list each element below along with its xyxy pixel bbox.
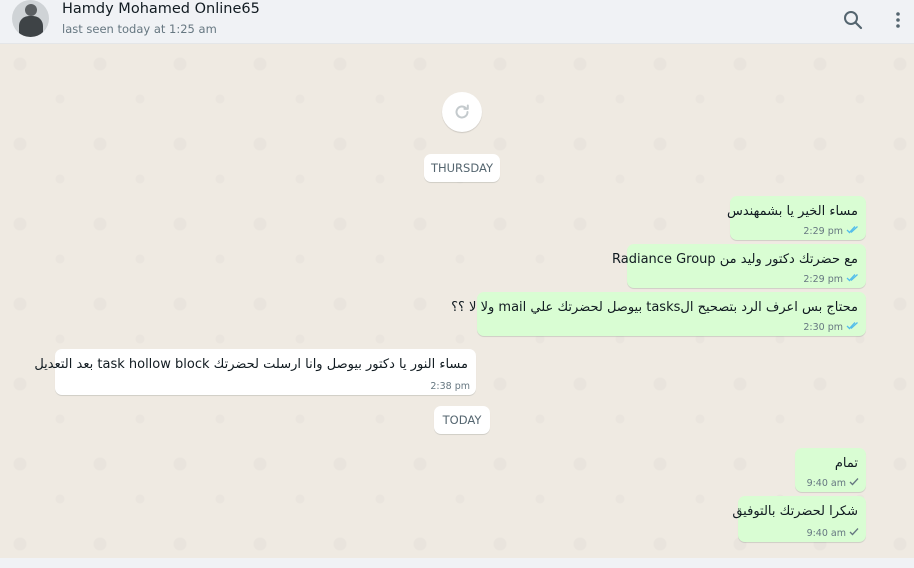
footer-bar <box>0 558 914 568</box>
message-text: مساء النور يا دكتور بيوصل وانا ارسلت لحض… <box>34 357 468 372</box>
message-time: 2:29 pm <box>803 225 843 237</box>
message-meta: 2:29 pm <box>803 225 860 237</box>
contact-avatar[interactable] <box>12 0 49 37</box>
message-text: مساء الخير يا بشمهندس <box>726 204 858 219</box>
double-check-icon <box>846 321 860 333</box>
avatar-body-shape <box>19 16 43 37</box>
message-outgoing[interactable]: مساء الخير يا بشمهندس 2:29 pm <box>726 196 866 240</box>
contact-name[interactable]: Hamdy Mohamed Online65 <box>62 1 260 17</box>
single-check-icon <box>849 527 860 539</box>
message-meta: 9:40 am <box>807 477 860 489</box>
avatar-head-shape <box>25 4 37 16</box>
message-outgoing[interactable]: مع حضرتك دكتور وليد من Radiance Group 2:… <box>612 244 866 288</box>
message-meta: 2:30 pm <box>803 321 860 333</box>
message-meta: 9:40 am <box>807 527 860 539</box>
message-outgoing[interactable]: تمام 9:40 am <box>795 448 866 492</box>
chat-area[interactable]: THURSDAY مساء الخير يا بشمهندس 2:29 pm م… <box>0 44 914 558</box>
refresh-icon[interactable] <box>442 92 482 132</box>
chat-header: Hamdy Mohamed Online65 last seen today a… <box>0 0 914 44</box>
message-time: 2:29 pm <box>803 273 843 285</box>
message-time: 9:40 am <box>806 477 846 489</box>
message-outgoing[interactable]: محتاج بس اعرف الرد بتصحيح الtasks بيوصل … <box>451 292 866 336</box>
message-time: 2:30 pm <box>803 321 843 333</box>
more-vertical-icon[interactable] <box>887 9 909 31</box>
last-seen-status: last seen today at 1:25 am <box>62 22 217 36</box>
single-check-icon <box>849 477 860 489</box>
date-divider-thursday: THURSDAY <box>424 154 500 182</box>
double-check-icon <box>846 225 860 237</box>
message-outgoing[interactable]: شكرا لحضرتك بالتوفيق 9:40 am <box>732 496 866 542</box>
message-text: تمام <box>834 456 858 471</box>
message-meta: 2:38 pm <box>430 381 470 392</box>
message-incoming[interactable]: مساء النور يا دكتور بيوصل وانا ارسلت لحض… <box>34 349 476 395</box>
message-text: مع حضرتك دكتور وليد من Radiance Group <box>612 252 858 267</box>
date-divider-today: TODAY <box>434 406 490 434</box>
message-text: شكرا لحضرتك بالتوفيق <box>732 504 858 519</box>
message-time: 2:38 pm <box>430 381 470 392</box>
message-meta: 2:29 pm <box>803 273 860 285</box>
message-text: محتاج بس اعرف الرد بتصحيح الtasks بيوصل … <box>451 300 858 315</box>
search-icon[interactable] <box>842 9 864 31</box>
double-check-icon <box>846 273 860 285</box>
message-time: 9:40 am <box>806 527 846 539</box>
